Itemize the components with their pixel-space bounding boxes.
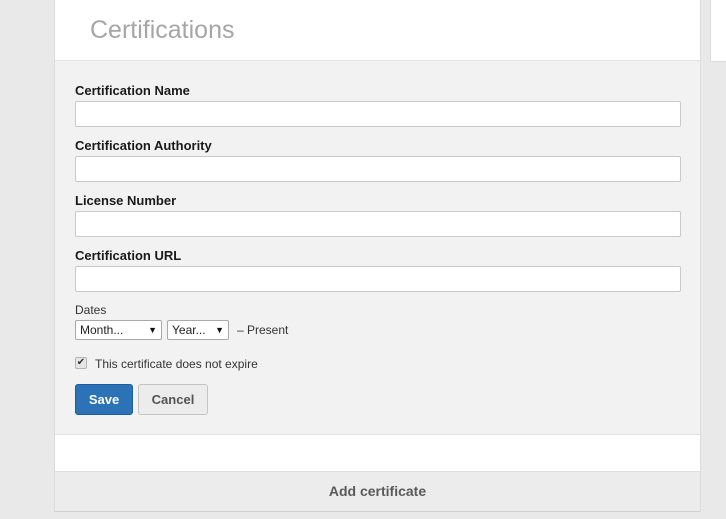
cancel-button[interactable]: Cancel [138,384,208,415]
certifications-card: Certifications Certification Name Certif… [54,0,701,512]
adjacent-panel [710,0,726,62]
triangle-down-icon: ▼ [148,325,157,335]
certification-url-input[interactable] [75,266,681,292]
month-select[interactable]: Month... ▼ [75,320,162,340]
triangle-down-icon: ▼ [215,325,224,335]
save-button[interactable]: Save [75,384,133,415]
certification-name-label: Certification Name [75,83,190,98]
license-number-input[interactable] [75,211,681,237]
certification-url-label: Certification URL [75,248,182,263]
year-select-value: Year... [172,323,206,337]
license-number-label: License Number [75,193,177,208]
present-text: – Present [237,323,289,337]
certification-name-input[interactable] [75,101,681,127]
certification-form: Certification Name Certification Authori… [55,61,700,435]
year-select[interactable]: Year... ▼ [167,320,229,340]
certification-authority-input[interactable] [75,156,681,182]
certification-authority-label: Certification Authority [75,138,212,153]
does-not-expire-checkbox[interactable]: ✔ [75,357,87,369]
page-title: Certifications [90,16,235,44]
month-select-value: Month... [80,323,124,337]
does-not-expire-label: This certificate does not expire [95,357,258,371]
dates-label: Dates [75,303,107,317]
add-certificate-button[interactable]: Add certificate [55,471,700,511]
checkmark-icon: ✔ [76,357,86,368]
card-header: Certifications [55,0,700,61]
